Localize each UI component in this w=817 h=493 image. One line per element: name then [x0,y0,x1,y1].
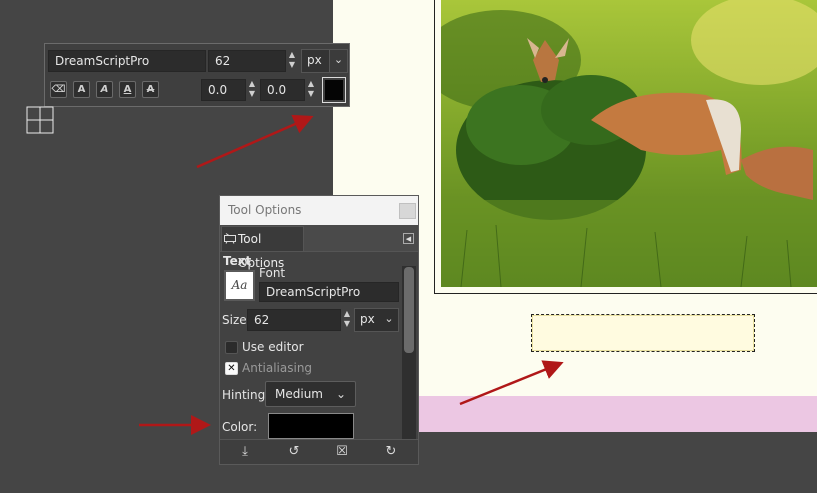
tool-options-dock: Tool Options Tool Options ◀ Text Aa Font… [219,195,419,465]
font-label: Font [259,266,286,280]
bold-button[interactable]: A [73,81,90,98]
toolbar-size-spinner[interactable]: ▲ ▼ [286,50,298,72]
text-style-toolbar: DreamScriptPro 62 ▲ ▼ px ⌄ ⌫ A A A A 0.0 … [44,43,350,107]
size-unit-combo[interactable]: px ⌄ [354,308,399,332]
kerning-spinner[interactable]: ▲ ▼ [305,79,317,101]
use-editor-checkbox[interactable] [225,341,238,354]
strikethrough-button[interactable]: A [142,81,159,98]
size-input[interactable]: 62 [247,309,341,331]
dock-scroll-thumb[interactable] [404,267,414,353]
crosshair-cursor-icon [26,106,54,134]
close-icon[interactable] [399,203,416,219]
text-color-button[interactable] [268,413,354,439]
chevron-down-icon: ⌄ [384,312,394,325]
dock-title[interactable]: Tool Options [220,196,418,225]
restore-icon[interactable]: ↻ [380,442,402,462]
text-layer-box[interactable] [531,314,755,352]
baseline-offset-spinner[interactable]: ▲ ▼ [246,79,258,101]
delete-icon[interactable]: ☒ [331,442,353,462]
hinting-label: Hinting: [222,388,270,402]
deer-photo-image [441,0,817,287]
tab-tool-options[interactable]: Tool Options [221,226,304,270]
section-title-text: Text [223,254,252,268]
arrow-to-toolbar-color [196,114,314,169]
use-editor-label: Use editor [242,340,304,354]
tab-menu-icon[interactable]: ◀ [403,233,414,244]
chevron-down-icon: ⌄ [336,387,347,401]
antialiasing-label: Antialiasing [242,361,313,375]
font-preview-button[interactable]: Aa [224,270,255,301]
toolbar-unit-combo[interactable]: px ⌄ [301,49,348,73]
color-label: Color: [222,420,258,434]
toolbar-size-input[interactable]: 62 [208,50,286,72]
reset-icon[interactable]: ↺ [283,442,305,462]
toolbar-color-swatch[interactable] [322,77,346,103]
chevron-down-icon: ⌄ [329,50,347,72]
hinting-value: Medium [275,387,323,401]
size-unit-label: px [360,312,375,326]
hinting-combo[interactable]: Medium ⌄ [265,381,356,407]
font-input[interactable]: DreamScriptPro [259,282,399,302]
underline-button[interactable]: A [119,81,136,98]
antialiasing-checkbox[interactable]: ✕ [225,362,238,375]
toolbar-unit-label: px [307,53,322,67]
deer-photo [441,0,817,287]
save-icon[interactable]: ⤓ [234,442,256,462]
clear-style-button[interactable]: ⌫ [50,81,67,98]
toolbar-font-input[interactable]: DreamScriptPro [48,50,206,72]
italic-button[interactable]: A [96,81,113,98]
baseline-offset-input[interactable]: 0.0 [201,79,246,101]
dock-footer: ⤓ ↺ ☒ ↻ [220,439,418,464]
tool-options-icon [224,233,236,244]
size-spinner[interactable]: ▲ ▼ [341,309,353,331]
kerning-input[interactable]: 0.0 [260,79,305,101]
